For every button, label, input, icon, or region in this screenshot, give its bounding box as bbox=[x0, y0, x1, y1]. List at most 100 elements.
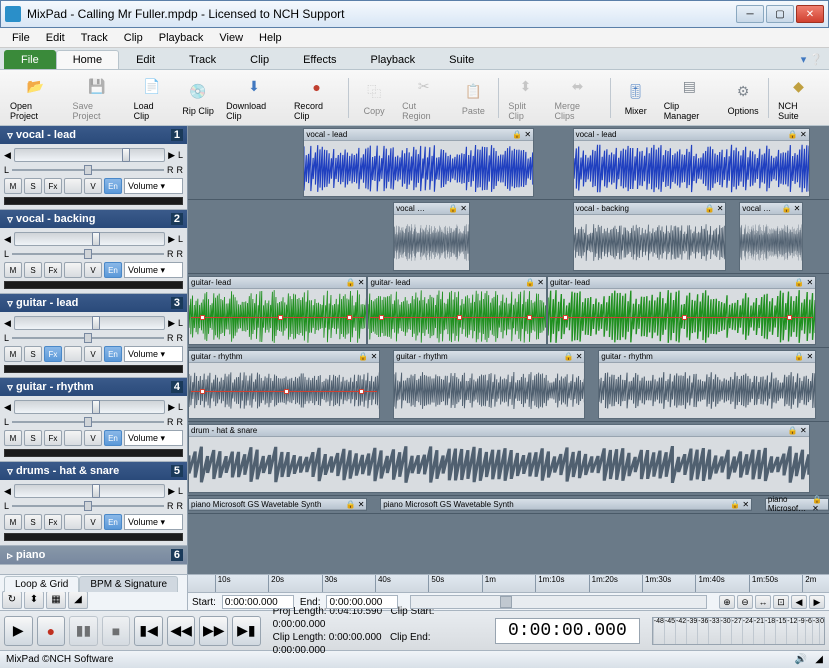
rip-clip-button[interactable]: 💿Rip Clip bbox=[176, 78, 220, 118]
timeline-row-0[interactable]: vocal - lead🔒 ✕vocal - lead🔒 ✕ bbox=[188, 126, 829, 200]
volume-slider[interactable] bbox=[14, 316, 165, 330]
pan-slider[interactable] bbox=[12, 165, 164, 175]
split-clip-button[interactable]: ⬍Split Clip bbox=[502, 73, 548, 123]
zoom-btn-0[interactable]: ⊕ bbox=[719, 595, 735, 609]
volume-slider[interactable] bbox=[14, 148, 165, 162]
mixer-button[interactable]: 🎚Mixer bbox=[614, 78, 658, 118]
open-project-button[interactable]: 📂Open Project bbox=[4, 73, 67, 123]
bottom-tab-1[interactable]: BPM & Signature bbox=[79, 576, 178, 592]
time-ruler[interactable]: 10s20s30s40s50s1m1m:10s1m:20s1m:30s1m:40… bbox=[188, 575, 829, 593]
timeline-row-4[interactable]: drum - hat & snare🔒 ✕ bbox=[188, 422, 829, 496]
download-clip-button[interactable]: ⬇Download Clip bbox=[220, 73, 288, 123]
bottom-tab-0[interactable]: Loop & Grid bbox=[4, 576, 79, 592]
volume-select[interactable]: Volume ▾ bbox=[124, 346, 183, 362]
clip[interactable]: piano Microsof…🔒 ✕ bbox=[765, 498, 829, 511]
collapse-icon[interactable]: ▿ bbox=[4, 213, 16, 226]
track-btn-x[interactable] bbox=[64, 514, 82, 530]
merge-clips-button[interactable]: ⬌Merge Clips bbox=[549, 73, 607, 123]
track-btn-x[interactable] bbox=[64, 178, 82, 194]
collapse-icon[interactable]: ▿ bbox=[4, 465, 16, 478]
clip[interactable]: vocal - backing🔒 ✕ bbox=[573, 202, 727, 271]
clip[interactable]: vocal …🔒 ✕ bbox=[739, 202, 803, 271]
collapse-icon[interactable]: ▿ bbox=[4, 381, 16, 394]
track-btn-V[interactable]: V bbox=[84, 262, 102, 278]
track-btn-En[interactable]: En bbox=[104, 514, 122, 530]
volume-select[interactable]: Volume ▾ bbox=[124, 262, 183, 278]
clip[interactable]: vocal - lead🔒 ✕ bbox=[303, 128, 534, 197]
track-btn-Fx[interactable]: Fx bbox=[44, 262, 62, 278]
play-button[interactable]: ▶ bbox=[4, 616, 33, 646]
save-project-button[interactable]: 💾Save Project bbox=[67, 73, 128, 123]
volume-select[interactable]: Volume ▾ bbox=[124, 514, 183, 530]
clip-manager-button[interactable]: ▤Clip Manager bbox=[658, 73, 721, 123]
tab-track[interactable]: Track bbox=[172, 50, 233, 69]
track-btn-Fx[interactable]: Fx bbox=[44, 430, 62, 446]
track-btn-x[interactable] bbox=[64, 346, 82, 362]
clip[interactable]: piano Microsoft GS Wavetable Synth🔒 ✕ bbox=[188, 498, 367, 511]
track-btn-V[interactable]: V bbox=[84, 430, 102, 446]
nch-suite-button[interactable]: ◆NCH Suite bbox=[772, 73, 825, 123]
forward-button[interactable]: ▶▶ bbox=[199, 616, 228, 646]
clip[interactable]: guitar- lead🔒 ✕ bbox=[188, 276, 367, 345]
track-header-2[interactable]: ▿guitar - lead3 bbox=[0, 294, 187, 312]
loopgrid-btn-3[interactable]: ◢ bbox=[68, 591, 88, 609]
collapse-icon[interactable]: ▿ bbox=[4, 129, 16, 142]
zoom-btn-1[interactable]: ⊖ bbox=[737, 595, 753, 609]
track-header-3[interactable]: ▿guitar - rhythm4 bbox=[0, 378, 187, 396]
track-btn-En[interactable]: En bbox=[104, 178, 122, 194]
clip[interactable]: vocal …🔒 ✕ bbox=[393, 202, 470, 271]
loopgrid-btn-0[interactable]: ↻ bbox=[2, 591, 22, 609]
volume-select[interactable]: Volume ▾ bbox=[124, 178, 183, 194]
rewind-button[interactable]: ◀◀ bbox=[167, 616, 196, 646]
track-btn-S[interactable]: S bbox=[24, 346, 42, 362]
minimize-button[interactable]: ─ bbox=[736, 5, 764, 23]
menu-view[interactable]: View bbox=[211, 30, 251, 46]
pan-slider[interactable] bbox=[12, 417, 164, 427]
timeline-area[interactable]: vocal - lead🔒 ✕vocal - lead🔒 ✕vocal …🔒 ✕… bbox=[188, 126, 829, 574]
track-btn-x[interactable] bbox=[64, 262, 82, 278]
volume-slider[interactable] bbox=[14, 232, 165, 246]
tab-suite[interactable]: Suite bbox=[432, 50, 491, 69]
track-btn-S[interactable]: S bbox=[24, 430, 42, 446]
volume-slider[interactable] bbox=[14, 484, 165, 498]
volume-select[interactable]: Volume ▾ bbox=[124, 430, 183, 446]
track-header-5[interactable]: ▹piano6 bbox=[0, 546, 187, 564]
track-btn-S[interactable]: S bbox=[24, 514, 42, 530]
loopgrid-btn-2[interactable]: ▦ bbox=[46, 591, 66, 609]
clip[interactable]: guitar- lead🔒 ✕ bbox=[367, 276, 546, 345]
zoom-btn-3[interactable]: ⊡ bbox=[773, 595, 789, 609]
skip-start-button[interactable]: ▮◀ bbox=[134, 616, 163, 646]
track-btn-V[interactable]: V bbox=[84, 178, 102, 194]
zoom-btn-4[interactable]: ◀ bbox=[791, 595, 807, 609]
copy-button[interactable]: ⿻Copy bbox=[352, 78, 396, 118]
tab-edit[interactable]: Edit bbox=[119, 50, 172, 69]
menu-clip[interactable]: Clip bbox=[116, 30, 151, 46]
track-btn-S[interactable]: S bbox=[24, 262, 42, 278]
volume-slider[interactable] bbox=[14, 400, 165, 414]
timeline-row-1[interactable]: vocal …🔒 ✕vocal - backing🔒 ✕vocal …🔒 ✕ bbox=[188, 200, 829, 274]
track-btn-M[interactable]: M bbox=[4, 346, 22, 362]
tab-clip[interactable]: Clip bbox=[233, 50, 286, 69]
clip[interactable]: guitar- lead🔒 ✕ bbox=[547, 276, 816, 345]
menu-track[interactable]: Track bbox=[73, 30, 116, 46]
track-btn-En[interactable]: En bbox=[104, 262, 122, 278]
help-dropdown-icon[interactable]: ▾ ❔ bbox=[801, 53, 823, 66]
track-btn-M[interactable]: M bbox=[4, 430, 22, 446]
loopgrid-btn-1[interactable]: ⬍ bbox=[24, 591, 44, 609]
track-btn-M[interactable]: M bbox=[4, 262, 22, 278]
track-btn-En[interactable]: En bbox=[104, 346, 122, 362]
pan-slider[interactable] bbox=[12, 501, 164, 511]
cut-region-button[interactable]: ✂Cut Region bbox=[396, 73, 451, 123]
tab-playback[interactable]: Playback bbox=[354, 50, 433, 69]
resize-grip-icon[interactable]: ◢ bbox=[815, 654, 823, 665]
end-input[interactable] bbox=[326, 595, 398, 609]
track-btn-M[interactable]: M bbox=[4, 178, 22, 194]
menu-edit[interactable]: Edit bbox=[38, 30, 73, 46]
track-btn-x[interactable] bbox=[64, 430, 82, 446]
pan-slider[interactable] bbox=[12, 333, 164, 343]
clip[interactable]: guitar - rhythm🔒 ✕ bbox=[393, 350, 585, 419]
options-button[interactable]: ⚙Options bbox=[721, 78, 765, 118]
track-btn-V[interactable]: V bbox=[84, 514, 102, 530]
tab-file[interactable]: File bbox=[4, 50, 56, 69]
maximize-button[interactable]: ▢ bbox=[766, 5, 794, 23]
